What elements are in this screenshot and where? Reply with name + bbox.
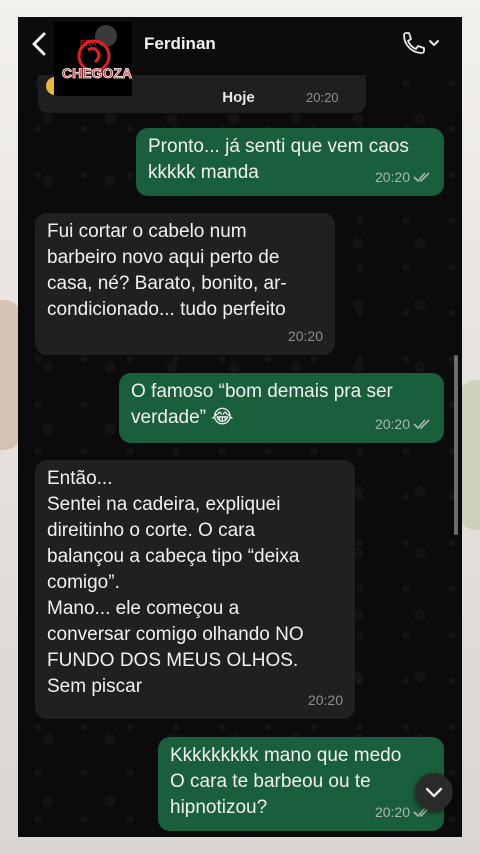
contact-name[interactable]: Ferdinan — [144, 34, 216, 54]
double-check-icon — [413, 172, 430, 183]
message-bubble-outgoing[interactable]: Pronto... já senti que vem caos kkkkk ma… — [136, 128, 444, 196]
logo-graphic: ERA CHEGOZAP — [62, 25, 142, 81]
message-meta: 20:20 — [375, 164, 432, 190]
chevron-down-icon — [425, 787, 443, 798]
message-time: 20:20 — [374, 804, 410, 820]
message-bubble-outgoing[interactable]: Kkkkkkkkk mano que medo O cara te barbeo… — [158, 737, 444, 831]
logo-text: CHEGOZAP — [62, 65, 132, 81]
date-chip: Hoje — [214, 85, 263, 111]
message-text: Fui cortar o cabelo num barbeiro novo aq… — [47, 221, 287, 320]
scroll-to-bottom-button[interactable] — [415, 773, 453, 811]
phone-icon[interactable] — [400, 31, 442, 57]
scrollbar[interactable] — [454, 355, 458, 535]
message-time: 20:20 — [307, 692, 343, 708]
double-check-icon — [413, 419, 430, 430]
chevron-left-icon[interactable] — [26, 29, 52, 59]
message-time: 20:20 — [374, 169, 410, 185]
message-meta: 20:20 — [308, 687, 343, 713]
chat-screen: Ferdinan ERA CHEGOZAP Hoje 20:20 Pronto.… — [18, 17, 462, 837]
message-text: Então... Sentei na cadeira, expliquei di… — [47, 468, 304, 697]
message-time: 20:20 — [374, 416, 410, 432]
message-meta: 20:20 — [288, 323, 323, 349]
message-bubble-incoming[interactable]: Fui cortar o cabelo num barbeiro novo aq… — [35, 213, 335, 355]
date-chip-time: 20:20 — [306, 90, 339, 105]
message-meta: 20:20 — [375, 411, 432, 437]
date-divider: Hoje 20:20 — [203, 85, 363, 113]
logo-small-text: ERA — [80, 39, 97, 48]
message-time: 20:20 — [287, 328, 323, 344]
message-bubble-outgoing[interactable]: O famoso “bom demais pra ser verdade” 😂 … — [119, 373, 444, 443]
channel-logo: ERA CHEGOZAP — [54, 22, 142, 96]
message-bubble-incoming[interactable]: Então... Sentei na cadeira, expliquei di… — [35, 460, 355, 719]
